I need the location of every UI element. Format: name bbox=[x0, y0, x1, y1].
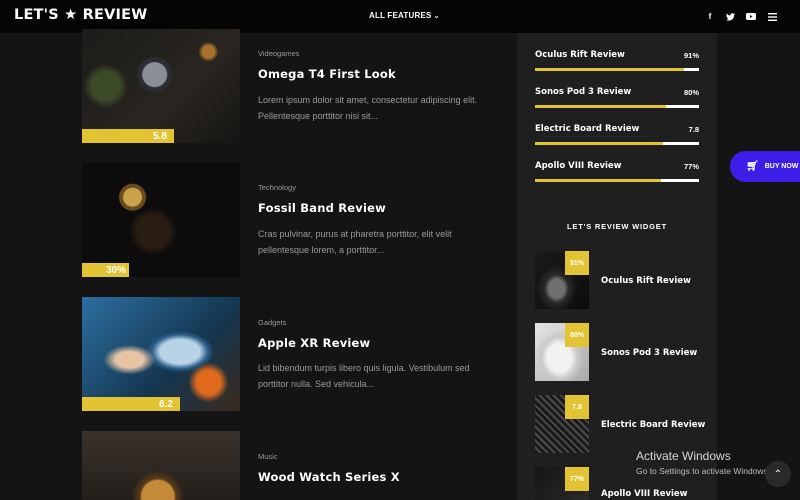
review-label[interactable]: Sonos Pod 3 Review bbox=[535, 87, 631, 97]
widget-score-badge: 7.8 bbox=[565, 395, 589, 419]
buy-now-label: BUY NOW bbox=[764, 163, 799, 170]
widget-item-label[interactable]: Electric Board Review bbox=[601, 420, 705, 430]
sidebar: Oculus Rift Review 91% Sonos Pod 3 Revie… bbox=[517, 33, 717, 500]
post-excerpt: Lorem ipsum dolor sit amet, consectetur … bbox=[258, 95, 478, 121]
scroll-to-top-button[interactable]: ⌃ bbox=[765, 461, 791, 487]
widget-thumbnail[interactable]: 7.8 bbox=[535, 395, 589, 453]
review-bar-track bbox=[535, 105, 699, 108]
activate-windows-title: Activate Windows bbox=[636, 449, 731, 463]
post-category[interactable]: Videogames bbox=[258, 49, 300, 58]
post-excerpt: Lid bibendum turpis libero quis ligula. … bbox=[258, 363, 470, 389]
youtube-icon[interactable] bbox=[744, 10, 758, 23]
post-title[interactable]: Apple XR Review bbox=[258, 336, 370, 350]
review-bar-fill bbox=[535, 179, 662, 182]
all-features-menu[interactable]: ALL FEATURES ⌄ bbox=[369, 11, 440, 20]
activate-windows-subtitle: Go to Settings to activate Windows. bbox=[636, 466, 771, 476]
widget-thumbnail[interactable]: 77% bbox=[535, 467, 589, 500]
post-thumbnail[interactable]: 5.8 bbox=[82, 29, 240, 143]
site-logo[interactable]: LET'S ★ REVIEW bbox=[14, 7, 147, 23]
all-features-label: ALL FEATURES bbox=[369, 11, 432, 20]
post-excerpt: Cras pulvinar, purus at pharetra porttit… bbox=[258, 229, 452, 255]
chevron-down-icon: ⌄ bbox=[433, 13, 440, 20]
chevron-up-icon: ⌃ bbox=[773, 468, 783, 480]
review-score: 77% bbox=[683, 162, 699, 171]
review-bar-track bbox=[535, 142, 699, 145]
post-title[interactable]: Omega T4 First Look bbox=[258, 67, 396, 81]
twitter-icon[interactable] bbox=[723, 10, 737, 23]
review-label[interactable]: Oculus Rift Review bbox=[535, 50, 625, 60]
review-bar-fill bbox=[535, 68, 685, 71]
post-title[interactable]: Wood Watch Series X bbox=[258, 470, 400, 484]
post-thumbnail[interactable]: 30% bbox=[82, 163, 240, 277]
review-bar-track bbox=[535, 179, 699, 182]
widget-score-badge: 77% bbox=[565, 467, 589, 491]
widget-item-label[interactable]: Sonos Pod 3 Review bbox=[601, 348, 697, 358]
widget-thumbnail[interactable]: 91% bbox=[535, 251, 589, 309]
review-bar-fill bbox=[535, 105, 667, 108]
menu-icon[interactable] bbox=[765, 10, 779, 23]
review-score: 7.8 bbox=[688, 125, 699, 134]
review-bar-track bbox=[535, 68, 699, 71]
widget-thumbnail[interactable]: 80% bbox=[535, 323, 589, 381]
post-category[interactable]: Technology bbox=[258, 183, 296, 192]
review-label[interactable]: Electric Board Review bbox=[535, 124, 639, 134]
widget-title: LET'S REVIEW WIDGET bbox=[567, 222, 667, 231]
review-score: 91% bbox=[683, 51, 699, 60]
widget-item-label[interactable]: Apollo VIII Review bbox=[601, 489, 688, 499]
score-value: 30% bbox=[106, 265, 127, 276]
post-category[interactable]: Music bbox=[258, 452, 278, 461]
facebook-icon[interactable]: f bbox=[703, 10, 717, 23]
post-thumbnail[interactable]: 6.2 bbox=[82, 297, 240, 411]
post-category[interactable]: Gadgets bbox=[258, 318, 286, 327]
review-score: 80% bbox=[683, 88, 699, 97]
post-title[interactable]: Fossil Band Review bbox=[258, 201, 386, 215]
widget-score-badge: 91% bbox=[565, 251, 589, 275]
score-value: 6.2 bbox=[159, 399, 173, 410]
widget-item-label[interactable]: Oculus Rift Review bbox=[601, 276, 691, 286]
cart-icon: 🛒︎ bbox=[746, 161, 759, 172]
score-value: 5.8 bbox=[153, 131, 167, 142]
widget-score-badge: 80% bbox=[565, 323, 589, 347]
post-thumbnail[interactable] bbox=[82, 431, 240, 500]
review-bar-fill bbox=[535, 142, 663, 145]
review-label[interactable]: Apollo VIII Review bbox=[535, 161, 622, 171]
buy-now-button[interactable]: 🛒︎ BUY NOW bbox=[730, 151, 800, 182]
